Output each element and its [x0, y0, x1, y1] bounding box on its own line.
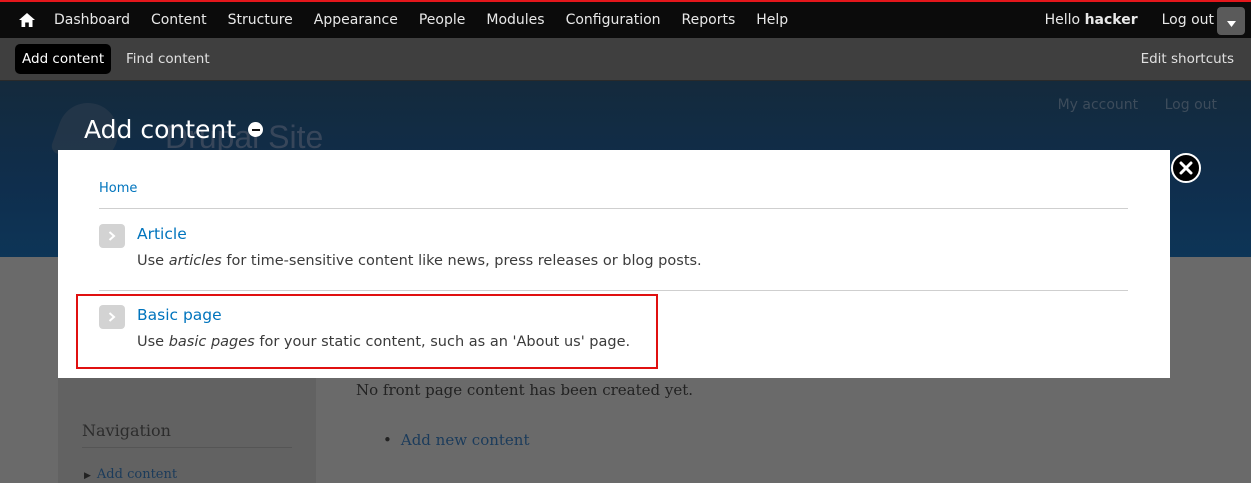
highlight-box	[76, 294, 658, 369]
toolbar-item-structure[interactable]: Structure	[228, 12, 293, 28]
toolbar-item-reports[interactable]: Reports	[682, 12, 736, 28]
navigation-divider	[82, 447, 292, 448]
breadcrumb-divider	[99, 208, 1128, 209]
shortcut-add-icon[interactable]	[248, 122, 264, 137]
content-type-label[interactable]: Article	[137, 224, 187, 244]
toolbar-item-content[interactable]: Content	[151, 12, 207, 28]
toolbar-item-configuration[interactable]: Configuration	[566, 12, 661, 28]
page-title: Add content	[84, 115, 237, 144]
add-new-content-link[interactable]: Add new content	[401, 431, 530, 449]
bullet-icon: •	[383, 431, 392, 449]
toolbar-drawer-toggle[interactable]	[1217, 7, 1245, 35]
desc-text: for time-sensitive content like news, pr…	[221, 253, 702, 269]
shortcut-add-content[interactable]: Add content	[15, 44, 112, 74]
my-account-link[interactable]: My account	[1058, 97, 1139, 113]
logout-link[interactable]: Log out	[1162, 12, 1214, 28]
edit-shortcuts-link[interactable]: Edit shortcuts	[1141, 44, 1234, 74]
shortcut-find-content[interactable]: Find content	[126, 44, 210, 74]
toolbar-item-appearance[interactable]: Appearance	[314, 12, 398, 28]
front-page-message: No front page content has been created y…	[356, 381, 694, 399]
chevron-down-icon	[1226, 12, 1236, 31]
content-type-divider	[99, 290, 1128, 291]
navigation-item-add-content[interactable]: ▶ Add content	[84, 467, 177, 482]
user-greeting: Hello hacker	[1045, 12, 1138, 28]
header-logout-link[interactable]: Log out	[1165, 97, 1217, 113]
shortcuts-bar: Add content Find content Edit shortcuts	[0, 38, 1251, 81]
toolbar-item-people[interactable]: People	[419, 12, 466, 28]
toolbar-item-modules[interactable]: Modules	[486, 12, 544, 28]
username[interactable]: hacker	[1085, 12, 1138, 28]
navigation-title: Navigation	[82, 421, 171, 440]
desc-emphasis: articles	[168, 253, 222, 269]
admin-toolbar: Dashboard Content Structure Appearance P…	[0, 0, 1251, 38]
header-links: My account Log out	[1036, 97, 1217, 113]
close-icon[interactable]	[1171, 153, 1201, 183]
breadcrumb-home[interactable]: Home	[99, 181, 137, 196]
add-new-content-item[interactable]: • Add new content	[383, 431, 530, 449]
content-type-description: Use articles for time-sensitive content …	[137, 251, 702, 271]
desc-text: Use	[137, 253, 169, 269]
greeting-prefix: Hello	[1044, 12, 1081, 28]
toolbar-item-help[interactable]: Help	[756, 12, 788, 28]
triangle-right-icon: ▶	[84, 471, 91, 481]
home-icon[interactable]	[10, 2, 44, 38]
toolbar-item-dashboard[interactable]: Dashboard	[54, 12, 130, 28]
overlay-title: Add content	[84, 115, 264, 144]
arrow-right-icon	[99, 224, 125, 248]
navigation-item-label: Add content	[96, 467, 178, 482]
toolbar-menu: Dashboard Content Structure Appearance P…	[0, 2, 799, 38]
